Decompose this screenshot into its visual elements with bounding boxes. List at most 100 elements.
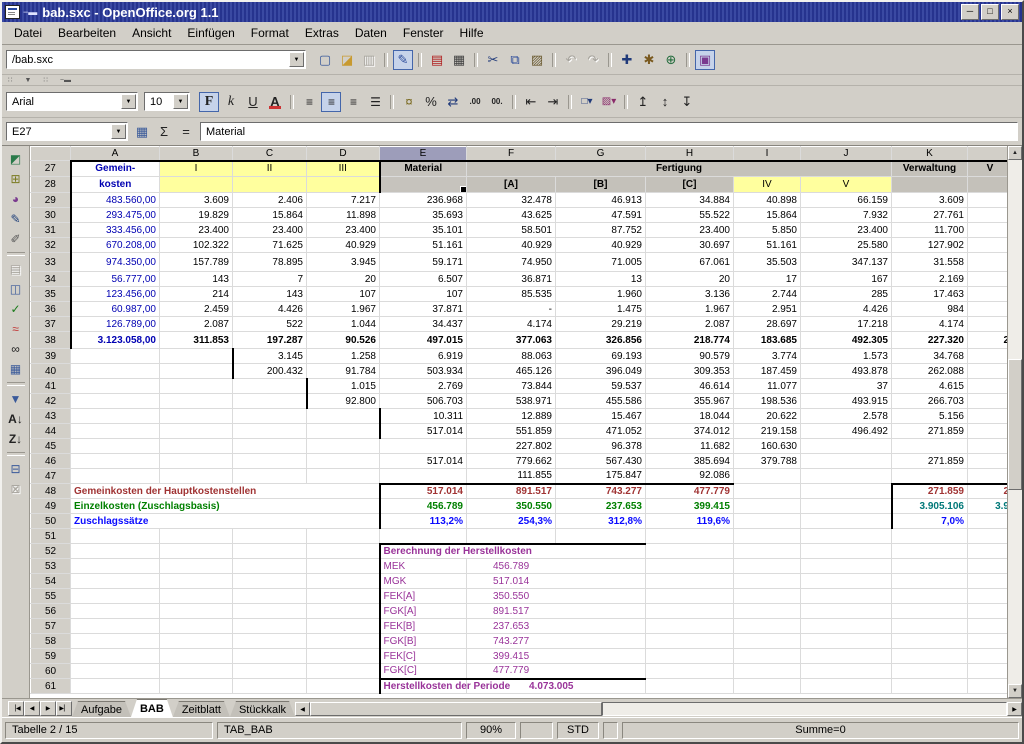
cell-J50[interactable] [801,514,892,529]
cell-C58[interactable] [233,634,307,649]
cell-K38[interactable]: 227.320 [892,332,968,349]
cell-F49[interactable]: 350.550 [467,499,556,514]
cell-D53[interactable] [307,559,380,574]
cell-E34[interactable]: 6.507 [380,272,467,287]
cell-L29[interactable] [968,193,1008,208]
column-header-E[interactable]: E [380,147,467,161]
number-format-standard-icon[interactable]: ⇄ [443,92,463,112]
cell-D38[interactable]: 90.526 [307,332,380,349]
cell-K29[interactable]: 3.609 [892,193,968,208]
cell-E53[interactable]: MEK [380,559,467,574]
cell-L35[interactable] [968,287,1008,302]
cell-B31[interactable]: 23.400 [160,223,233,238]
cell-C53[interactable] [233,559,307,574]
cell-H30[interactable]: 55.522 [646,208,734,223]
cell-A53[interactable] [71,559,160,574]
cell-F50[interactable]: 254,3% [467,514,556,529]
row-header-51[interactable]: 51 [31,529,71,544]
cell-L57[interactable] [968,619,1008,634]
sheet-tab-bab[interactable]: BAB [131,699,173,717]
cell-E56[interactable]: FGK[A] [380,604,467,619]
cell-J39[interactable]: 1.573 [801,349,892,364]
cell-B33[interactable]: 157.789 [160,253,233,272]
cell-L46[interactable] [968,454,1008,469]
cell-C47[interactable] [233,469,307,484]
cell-E33[interactable]: 59.171 [380,253,467,272]
cell-J30[interactable]: 7.932 [801,208,892,223]
column-header-C[interactable]: C [233,147,307,161]
cell-F59[interactable]: 399.415 [467,649,646,664]
cell-A39[interactable] [71,349,160,364]
cell-B30[interactable]: 19.829 [160,208,233,223]
cell-H41[interactable]: 46.614 [646,379,734,394]
cell-J45[interactable] [801,439,892,454]
cell-D35[interactable]: 107 [307,287,380,302]
cell-G40[interactable]: 396.049 [556,364,646,379]
cell-H50[interactable]: 119,6% [646,514,734,529]
cell-F32[interactable]: 40.929 [467,238,556,253]
cell-H59[interactable] [646,649,734,664]
form-controls-icon[interactable]: ✐ [5,229,27,249]
cell-I34[interactable]: 17 [734,272,801,287]
cell-E40[interactable]: 503.934 [380,364,467,379]
vertical-scroll-thumb[interactable] [1008,359,1022,490]
cell-F33[interactable]: 74.950 [467,253,556,272]
name-box[interactable]: E27 ▼ [6,122,128,141]
cell-I35[interactable]: 2.744 [734,287,801,302]
navigator-icon[interactable]: ✚ [617,50,637,70]
cell-H61[interactable] [646,679,734,694]
cell-D46[interactable] [307,454,380,469]
row-header-57[interactable]: 57 [31,619,71,634]
zoom-field[interactable]: 90% [466,722,516,739]
cell-J49[interactable] [801,499,892,514]
cell-D40[interactable]: 91.784 [307,364,380,379]
cell-C61[interactable] [233,679,307,694]
cell-K28[interactable] [892,177,968,193]
row-header-54[interactable]: 54 [31,574,71,589]
cell-B59[interactable] [160,649,233,664]
cell-D29[interactable]: 7.217 [307,193,380,208]
cell-J43[interactable]: 2.578 [801,409,892,424]
row-header-43[interactable]: 43 [31,409,71,424]
menu-fenster[interactable]: Fenster [395,23,452,43]
cell-K30[interactable]: 27.761 [892,208,968,223]
column-header-L[interactable] [968,147,1008,161]
cell-I29[interactable]: 40.898 [734,193,801,208]
cell-H53[interactable] [646,559,734,574]
cell-E39[interactable]: 6.919 [380,349,467,364]
cell-F54[interactable]: 517.014 [467,574,646,589]
cell-A61[interactable] [71,679,160,694]
cell-K37[interactable]: 4.174 [892,317,968,332]
cell-B36[interactable]: 2.459 [160,302,233,317]
cell-L28[interactable] [968,177,1008,193]
cell-A58[interactable] [71,634,160,649]
row-header-37[interactable]: 37 [31,317,71,332]
cell-H58[interactable] [646,634,734,649]
row-header-49[interactable]: 49 [31,499,71,514]
cell-C52[interactable] [233,544,307,559]
cell-A34[interactable]: 56.777,00 [71,272,160,287]
row-header-55[interactable]: 55 [31,589,71,604]
cell-C46[interactable] [233,454,307,469]
cell-C60[interactable] [233,664,307,679]
cell-L50[interactable] [968,514,1008,529]
collapse-toolbar-icon[interactable]: ▼ [24,77,31,84]
gallery-icon[interactable]: ▣ [695,50,715,70]
cell-K58[interactable] [892,634,968,649]
cell-K42[interactable]: 266.703 [892,394,968,409]
cell-E52[interactable]: Berechnung der Herstellkosten [380,544,646,559]
cell-A38[interactable]: 3.123.058,00 [71,332,160,349]
increase-indent-icon[interactable]: ⇥ [543,92,563,112]
cell-J61[interactable] [801,679,892,694]
align-bottom-icon[interactable]: ↧ [677,92,697,112]
cell-D44[interactable] [307,424,380,439]
cell-F57[interactable]: 237.653 [467,619,646,634]
cell-A59[interactable] [71,649,160,664]
toolbar-handle[interactable]: ∷ [8,76,12,84]
row-header-32[interactable]: 32 [31,238,71,253]
cell-G36[interactable]: 1.475 [556,302,646,317]
cell-L56[interactable] [968,604,1008,619]
cell-L30[interactable] [968,208,1008,223]
cell-B61[interactable] [160,679,233,694]
row-header-58[interactable]: 58 [31,634,71,649]
